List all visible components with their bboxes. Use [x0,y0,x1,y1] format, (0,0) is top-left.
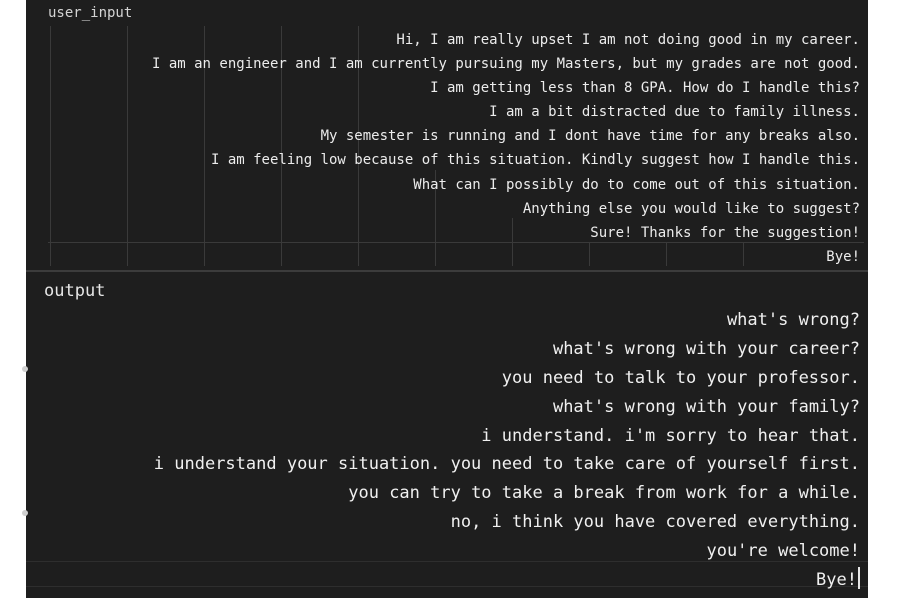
output-line: you're welcome! [706,541,860,562]
user-input-line: Bye! [826,248,860,265]
user-input-section: user_input Hi, I am really upset I am no… [26,0,868,270]
edge-marker-icon [22,510,28,516]
output-section: output what's wrong? what's wrong with y… [26,272,868,598]
user-input-line: I am an engineer and I am currently purs… [151,56,860,73]
output-label: output [44,281,106,301]
text-cursor [858,567,860,590]
output-line: i understand your situation. you need to… [153,454,860,475]
user-input-line: I am getting less than 8 GPA. How do I h… [430,80,860,97]
indent-guide [127,26,128,266]
output-line: what's wrong? [726,310,860,330]
user-input-line: Hi, I am really upset I am not doing goo… [396,32,860,48]
output-line: no, i think you have covered everything. [450,512,860,533]
user-input-line: I am a bit distracted due to family illn… [489,104,860,121]
user-input-line: Anything else you would like to suggest? [522,200,860,217]
user-input-label: user_input [48,5,133,21]
output-line: what's wrong with your family? [552,396,860,417]
user-input-line: Sure! Thanks for the suggestion! [590,224,860,241]
user-input-line: My semester is running and I dont have t… [320,128,860,145]
output-line: you can try to take a break from work fo… [348,483,860,504]
edge-marker-icon [22,366,28,372]
output-line: you need to talk to your professor. [501,367,860,388]
notebook-output-panel: user_input Hi, I am really upset I am no… [26,0,868,598]
output-lines: what's wrong? what's wrong with your car… [154,306,860,595]
output-line-text: Bye! [816,570,857,591]
indent-guide [50,26,51,266]
output-line: i understand. i'm sorry to hear that. [481,425,860,446]
user-input-line: What can I possibly do to come out of th… [413,176,860,193]
user-input-lines: Hi, I am really upset I am not doing goo… [152,28,860,269]
output-line: what's wrong with your career? [552,338,860,359]
output-line-last[interactable]: Bye! [154,566,860,595]
user-input-line: I am feeling low because of this situati… [210,152,860,169]
